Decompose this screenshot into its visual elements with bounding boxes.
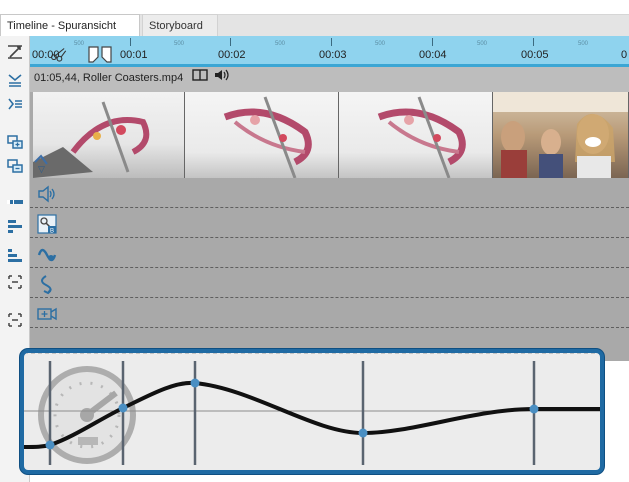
ruler-minor-label: 500 bbox=[578, 41, 589, 47]
ruler-label: 00:03 bbox=[319, 49, 347, 61]
svg-text:B: B bbox=[50, 229, 54, 235]
speed-curve-panel[interactable] bbox=[20, 349, 604, 474]
in-out-marker-icon[interactable] bbox=[86, 44, 114, 64]
thumbnail bbox=[185, 92, 339, 178]
ruler-label: 0 bbox=[621, 49, 628, 61]
align-icon[interactable] bbox=[5, 70, 25, 90]
svg-text:▽: ▽ bbox=[38, 164, 45, 174]
path-lane[interactable] bbox=[30, 268, 629, 298]
tab-storyboard[interactable]: Storyboard bbox=[142, 14, 218, 36]
keyframe-point[interactable] bbox=[45, 440, 55, 450]
scissors-icon[interactable] bbox=[50, 44, 72, 64]
clip-header[interactable]: 01:05,44, Roller Coasters.mp4 bbox=[30, 67, 629, 92]
tab-timeline[interactable]: Timeline - Spuransicht bbox=[0, 14, 140, 36]
ruler-label: 00:05 bbox=[521, 49, 549, 61]
thumbnail bbox=[493, 92, 629, 178]
ruler-minor-label: 500 bbox=[477, 41, 488, 47]
ruler-label: 00:02 bbox=[218, 49, 246, 61]
audio-lane[interactable] bbox=[30, 178, 629, 208]
thumbnail bbox=[339, 92, 493, 178]
remove-track-icon[interactable] bbox=[5, 156, 25, 176]
clip-thumbnails[interactable]: ▽ bbox=[33, 92, 629, 178]
ruler-minor-label: 500 bbox=[174, 41, 185, 47]
time-ruler[interactable]: 00:00 00:01 00:02 00:03 00:04 00:05 0 50… bbox=[30, 36, 629, 67]
fit-icon[interactable] bbox=[5, 42, 25, 62]
image-effect-lane[interactable]: B bbox=[30, 208, 629, 238]
ruler-minor-label: 500 bbox=[275, 41, 286, 47]
ruler-label: 00:04 bbox=[419, 49, 447, 61]
speaker-icon[interactable] bbox=[213, 67, 229, 89]
marker-icon[interactable] bbox=[5, 192, 25, 212]
steps-icon[interactable] bbox=[5, 246, 25, 266]
image-blend-icon: B bbox=[36, 213, 58, 235]
add-track-icon[interactable] bbox=[5, 132, 25, 152]
speed-curve[interactable] bbox=[24, 353, 600, 470]
speedometer-icon bbox=[38, 366, 136, 464]
list-icon[interactable] bbox=[5, 94, 25, 114]
ruler-label: 00:01 bbox=[120, 49, 148, 61]
keyframe-point[interactable] bbox=[529, 404, 539, 414]
ruler-minor-label: 500 bbox=[74, 41, 85, 47]
collapse-icon[interactable] bbox=[5, 310, 25, 330]
thumbnail: ▽ bbox=[33, 92, 185, 178]
motion-lane[interactable] bbox=[30, 238, 629, 268]
expand-icon[interactable] bbox=[5, 272, 25, 292]
speaker-icon bbox=[36, 183, 58, 205]
keyframe-point[interactable] bbox=[118, 403, 128, 413]
ruler-minor-label: 500 bbox=[375, 41, 386, 47]
clip-title: 01:05,44, Roller Coasters.mp4 bbox=[34, 72, 184, 84]
camera-lane[interactable] bbox=[30, 298, 629, 328]
video-track[interactable]: 01:05,44, Roller Coasters.mp4 ▽ B bbox=[30, 67, 629, 361]
camera-add-icon bbox=[36, 303, 58, 325]
curve-arrow-icon bbox=[36, 273, 58, 295]
wave-icon bbox=[36, 243, 58, 265]
bars-icon[interactable] bbox=[5, 216, 25, 236]
filmstrip-icon[interactable] bbox=[192, 67, 208, 89]
keyframe-point[interactable] bbox=[358, 428, 368, 438]
keyframe-point[interactable] bbox=[190, 378, 200, 388]
